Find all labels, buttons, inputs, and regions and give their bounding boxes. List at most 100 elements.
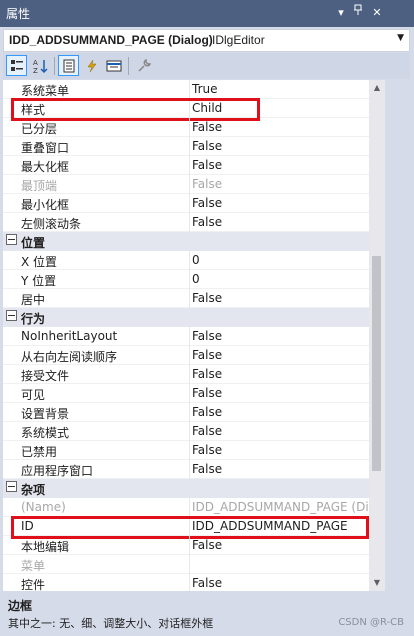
property-row[interactable]: 可见 False — [3, 384, 369, 403]
property-row[interactable]: Y 位置 0 — [3, 270, 369, 289]
property-row[interactable]: 最大化框 False — [3, 156, 369, 175]
property-value: False — [192, 424, 223, 438]
property-label: 应用程序窗口 — [21, 464, 94, 478]
property-label: (Name) — [21, 500, 66, 514]
property-value: False — [192, 196, 223, 210]
column-divider — [189, 536, 190, 555]
category-label: 行为 — [21, 312, 46, 326]
category-row[interactable]: 位置 — [3, 232, 369, 251]
property-row[interactable]: 已禁用 False — [3, 441, 369, 460]
scroll-up-icon[interactable]: ▲ — [369, 80, 385, 96]
property-row[interactable]: 已分层 False — [3, 118, 369, 137]
property-label: 最顶端 — [21, 179, 58, 193]
property-label: 接受文件 — [21, 369, 70, 383]
property-row[interactable]: 控件 False — [3, 574, 369, 591]
object-type: IDlgEditor — [212, 33, 265, 47]
column-divider — [189, 118, 190, 137]
dropdown-menu-icon[interactable]: ▾ — [333, 4, 349, 22]
property-row[interactable]: X 位置 0 — [3, 251, 369, 270]
property-row[interactable]: 应用程序窗口 False — [3, 460, 369, 479]
scroll-down-icon[interactable]: ▼ — [369, 575, 385, 591]
column-divider — [189, 422, 190, 441]
property-label: 左侧滚动条 — [21, 217, 82, 231]
categorized-icon[interactable] — [6, 55, 27, 76]
property-label: 控件 — [21, 578, 46, 591]
property-label: 已禁用 — [21, 445, 58, 459]
property-label: 可见 — [21, 388, 46, 402]
property-label: 已分层 — [21, 122, 58, 136]
property-value: False — [192, 576, 223, 590]
column-divider — [189, 156, 190, 175]
object-name: IDD_ADDSUMMAND_PAGE (Dialog) — [9, 33, 213, 47]
events-icon[interactable] — [81, 55, 102, 76]
svg-text:A: A — [33, 59, 38, 67]
property-row[interactable]: 最顶端 False — [3, 175, 369, 194]
close-icon[interactable]: ✕ — [369, 4, 385, 22]
property-value: Child — [192, 101, 223, 115]
property-row[interactable]: 最小化框 False — [3, 194, 369, 213]
property-row[interactable]: 样式 Child — [3, 99, 369, 118]
property-row[interactable]: 左侧滚动条 False — [3, 213, 369, 232]
property-label: 样式 — [21, 103, 46, 117]
column-divider — [189, 251, 190, 270]
property-value: 0 — [192, 272, 200, 286]
property-label: 最小化框 — [21, 198, 70, 212]
column-divider — [189, 270, 190, 289]
column-divider — [189, 517, 190, 536]
property-row[interactable]: 系统菜单 True — [3, 80, 369, 99]
property-row[interactable]: (Name) IDD_ADDSUMMAND_PAGE (Di — [3, 498, 369, 517]
property-row[interactable]: 从右向左阅读顺序 False — [3, 346, 369, 365]
property-value-cell[interactable] — [190, 251, 369, 270]
description-pane: 边框 其中之一: 无、细、调整大小、对话框外框 CSDN @R-CB — [3, 592, 410, 636]
property-label: NoInheritLayout — [21, 329, 118, 343]
property-pages-icon[interactable] — [133, 55, 154, 76]
property-row[interactable]: 设置背景 False — [3, 403, 369, 422]
column-divider — [189, 346, 190, 365]
property-value: False — [192, 538, 223, 552]
property-value: False — [192, 139, 223, 153]
window-title: 属性 — [6, 7, 31, 21]
property-label: 本地编辑 — [21, 540, 70, 554]
description-text: 其中之一: 无、细、调整大小、对话框外框 — [8, 617, 214, 630]
property-label: X 位置 — [21, 255, 58, 269]
property-row[interactable]: 本地编辑 False — [3, 536, 369, 555]
pin-icon[interactable] — [350, 4, 366, 22]
property-row[interactable]: 重叠窗口 False — [3, 137, 369, 156]
column-divider — [189, 460, 190, 479]
property-value: False — [192, 443, 223, 457]
property-grid: 系统菜单 True 样式 Child 已分层 False 重叠窗口 False 最大化框 Fals… — [3, 80, 369, 591]
scrollbar-thumb[interactable] — [372, 256, 381, 471]
property-row[interactable]: ID IDD_ADDSUMMAND_PAGE — [3, 517, 369, 536]
vertical-scrollbar[interactable]: ▲ ▼ — [369, 80, 385, 591]
property-value: False — [192, 348, 223, 362]
alphabetical-icon[interactable]: AZ — [29, 55, 50, 76]
property-row[interactable]: 系统模式 False — [3, 422, 369, 441]
property-value: False — [192, 215, 223, 229]
property-row[interactable]: 接受文件 False — [3, 365, 369, 384]
property-row[interactable]: 居中 False — [3, 289, 369, 308]
column-divider — [189, 498, 190, 517]
property-row[interactable]: 菜单 — [3, 555, 369, 574]
collapse-icon[interactable] — [6, 234, 17, 245]
property-label: 最大化框 — [21, 160, 70, 174]
category-row[interactable]: 杂项 — [3, 479, 369, 498]
category-row[interactable]: 行为 — [3, 308, 369, 327]
property-value-cell[interactable] — [190, 270, 369, 289]
properties-icon[interactable] — [58, 55, 79, 76]
description-title: 边框 — [8, 599, 33, 613]
messages-icon[interactable] — [103, 55, 124, 76]
column-divider — [189, 137, 190, 156]
collapse-icon[interactable] — [6, 310, 17, 321]
property-value: 0 — [192, 253, 200, 267]
column-divider — [189, 403, 190, 422]
property-label: 系统模式 — [21, 426, 70, 440]
property-value: False — [192, 367, 223, 381]
property-value-cell[interactable] — [190, 555, 369, 574]
collapse-icon[interactable] — [6, 481, 17, 492]
property-value: True — [192, 82, 218, 96]
property-value: False — [192, 329, 223, 343]
object-selector[interactable]: IDD_ADDSUMMAND_PAGE (Dialog) IDlgEditor … — [3, 29, 410, 52]
property-row[interactable]: NoInheritLayout False — [3, 327, 369, 346]
chevron-down-icon[interactable]: ▼ — [397, 33, 404, 43]
property-label: 居中 — [21, 293, 46, 307]
